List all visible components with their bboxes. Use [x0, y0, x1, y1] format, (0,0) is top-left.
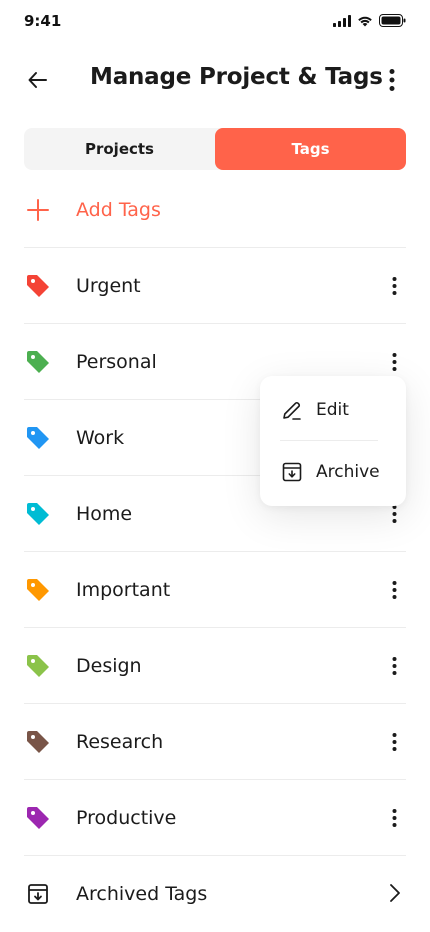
tab-tags[interactable]: Tags	[215, 128, 406, 170]
archived-tags-button[interactable]: Archived Tags	[24, 856, 406, 932]
more-vertical-icon	[389, 69, 395, 91]
context-menu: Edit Archive	[260, 376, 406, 506]
tag-more-button[interactable]	[382, 728, 406, 756]
header-more-button[interactable]	[378, 64, 406, 96]
more-vertical-icon	[392, 657, 396, 675]
status-bar: 9:41	[0, 0, 430, 44]
archive-label: Archive	[316, 462, 380, 482]
tag-icon	[24, 652, 52, 680]
tag-icon	[24, 804, 52, 832]
status-time: 9:41	[24, 12, 62, 30]
signal-icon	[333, 14, 351, 27]
tag-icon	[24, 576, 52, 604]
archived-tags-label: Archived Tags	[76, 883, 208, 905]
page-title: Manage Project & Tags	[90, 64, 383, 90]
menu-divider	[280, 440, 378, 441]
tag-more-button[interactable]	[382, 652, 406, 680]
tag-label: Home	[76, 502, 133, 525]
tag-more-button[interactable]	[382, 348, 406, 376]
tag-row[interactable]: Research	[24, 704, 406, 780]
tag-icon	[24, 424, 52, 452]
more-vertical-icon	[392, 733, 396, 751]
add-tags-button[interactable]: Add Tags	[24, 172, 406, 248]
segmented-control: Projects Tags	[24, 128, 406, 170]
chevron-right-icon	[388, 882, 402, 908]
tag-row[interactable]: Important	[24, 552, 406, 628]
more-vertical-icon	[392, 277, 396, 295]
tag-label: Urgent	[76, 274, 141, 297]
tag-label: Work	[76, 426, 125, 449]
archive-icon	[24, 880, 52, 908]
status-icons	[333, 14, 406, 27]
edit-menu-item[interactable]: Edit	[280, 380, 386, 440]
tag-icon	[24, 728, 52, 756]
archive-icon	[280, 460, 304, 484]
tag-row[interactable]: Design	[24, 628, 406, 704]
tag-label: Productive	[76, 806, 177, 829]
app-header: Manage Project & Tags	[0, 50, 430, 110]
pencil-icon	[280, 398, 304, 422]
plus-icon	[24, 196, 52, 224]
wifi-icon	[358, 16, 372, 26]
tag-label: Personal	[76, 350, 157, 373]
tag-list: Urgent Personal Work Home Important Desi…	[24, 248, 406, 856]
tag-label: Important	[76, 578, 171, 601]
more-vertical-icon	[392, 353, 396, 371]
arrow-left-icon	[28, 72, 47, 88]
battery-icon	[379, 14, 406, 27]
tag-more-button[interactable]	[382, 804, 406, 832]
tab-projects[interactable]: Projects	[24, 128, 215, 170]
tag-icon	[24, 500, 52, 528]
more-vertical-icon	[392, 809, 396, 827]
edit-label: Edit	[316, 400, 349, 420]
archive-menu-item[interactable]: Archive	[280, 442, 386, 502]
more-vertical-icon	[392, 581, 396, 599]
tag-more-button[interactable]	[382, 576, 406, 604]
tag-label: Research	[76, 730, 164, 753]
tag-row[interactable]: Productive	[24, 780, 406, 856]
tag-label: Design	[76, 654, 142, 677]
add-tags-label: Add Tags	[76, 198, 161, 221]
tag-row[interactable]: Urgent	[24, 248, 406, 324]
tag-more-button[interactable]	[382, 272, 406, 300]
more-vertical-icon	[392, 505, 396, 523]
tag-icon	[24, 348, 52, 376]
back-button[interactable]	[22, 64, 54, 96]
tag-icon	[24, 272, 52, 300]
